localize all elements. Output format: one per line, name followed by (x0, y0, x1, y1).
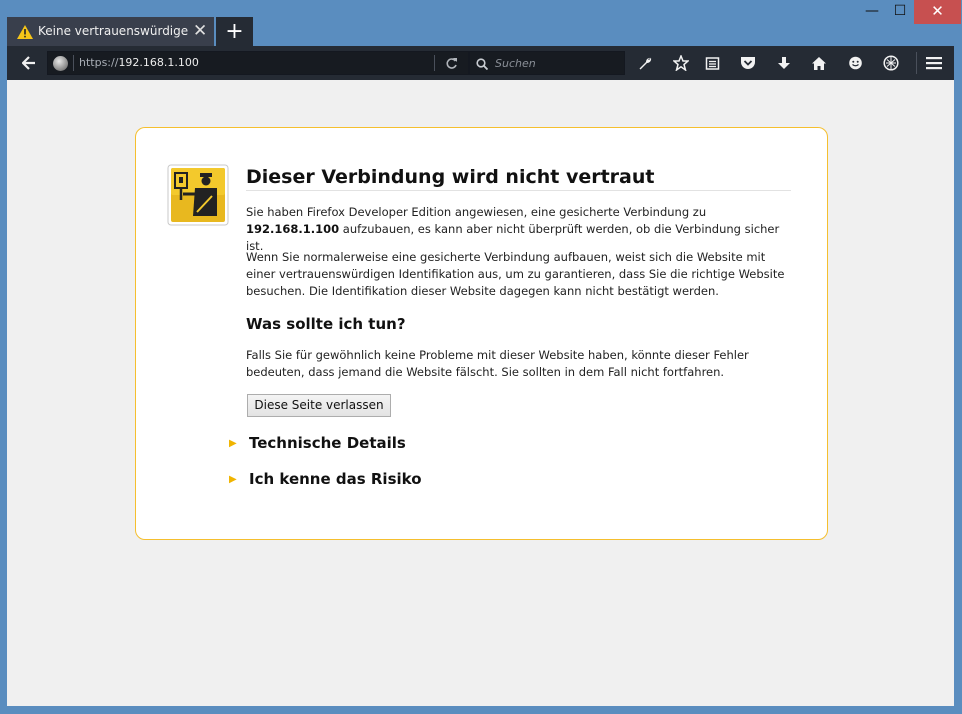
search-box[interactable]: Suchen (469, 51, 625, 75)
reading-list-icon[interactable] (697, 51, 727, 75)
maximize-button[interactable]: ☐ (885, 0, 915, 24)
search-placeholder: Suchen (495, 57, 536, 70)
p1-host: 192.168.1.100 (246, 222, 340, 236)
developer-tools-icon[interactable] (876, 51, 906, 75)
certificate-officer-icon (167, 164, 229, 226)
bookmark-star-icon[interactable] (666, 51, 696, 75)
url-separator-2 (434, 55, 435, 71)
expand-triangle-icon: ▶ (229, 438, 237, 449)
toolbar-separator (916, 52, 917, 74)
technical-details-label: Technische Details (249, 434, 406, 452)
tab-close-icon[interactable]: ✕ (193, 21, 207, 41)
minimize-button[interactable]: — (855, 0, 889, 24)
url-bar[interactable]: https://192.168.1.100 (47, 51, 469, 75)
browser-window: Keine vertrauenswürdige ... ✕ + — ☐ ✕ ht… (0, 0, 962, 714)
error-paragraph-1: Sie haben Firefox Developer Edition ange… (246, 204, 791, 255)
title-bar: Keine vertrauenswürdige ... ✕ + — ☐ ✕ (0, 0, 962, 47)
nav-toolbar: https://192.168.1.100 Suchen (7, 46, 954, 80)
what-to-do-heading: Was sollte ich tun? (246, 315, 406, 333)
new-tab-button[interactable]: + (216, 17, 253, 47)
close-window-button[interactable]: ✕ (914, 0, 961, 24)
p1-start: Sie haben Firefox Developer Edition ange… (246, 205, 707, 219)
understand-risk-expander[interactable]: ▶ Ich kenne das Risiko (229, 470, 422, 488)
reload-icon[interactable] (440, 53, 462, 73)
tab-title: Keine vertrauenswürdige ... (38, 24, 188, 38)
page-content: Dieser Verbindung wird nicht vertraut Si… (7, 80, 954, 706)
error-container: Dieser Verbindung wird nicht vertraut Si… (135, 127, 828, 540)
understand-risk-label: Ich kenne das Risiko (249, 470, 422, 488)
chat-smiley-icon[interactable] (840, 51, 870, 75)
warning-icon (17, 25, 33, 39)
pocket-icon[interactable] (733, 51, 763, 75)
error-paragraph-2: Wenn Sie normalerweise eine gesicherte V… (246, 250, 785, 298)
url-separator (73, 55, 74, 71)
url-scheme: https:// (79, 56, 119, 69)
leave-page-button[interactable]: Diese Seite verlassen (247, 394, 391, 417)
expand-triangle-icon: ▶ (229, 474, 237, 485)
url-text[interactable]: https://192.168.1.100 (79, 56, 199, 69)
tab-active[interactable]: Keine vertrauenswürdige ... ✕ (7, 17, 214, 47)
home-icon[interactable] (804, 51, 834, 75)
wrench-icon[interactable] (630, 51, 660, 75)
error-paragraph-3: Falls Sie für gewöhnlich keine Probleme … (246, 348, 749, 379)
hamburger-menu-icon[interactable] (919, 51, 949, 75)
back-button[interactable] (12, 50, 46, 76)
error-title: Dieser Verbindung wird nicht vertraut (246, 166, 791, 191)
download-icon[interactable] (769, 51, 799, 75)
globe-icon (53, 56, 68, 71)
url-host: 192.168.1.100 (118, 56, 199, 69)
back-arrow-icon (21, 56, 35, 70)
search-icon (476, 55, 489, 74)
technical-details-expander[interactable]: ▶ Technische Details (229, 434, 406, 452)
